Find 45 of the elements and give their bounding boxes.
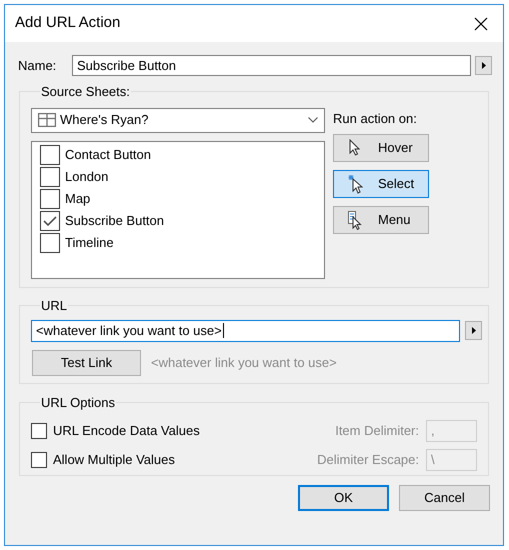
field-label: Delimiter Escape: [317,451,419,470]
run-action-button[interactable]: Hover [333,134,429,162]
option-label: URL Encode Data Values [53,422,201,440]
name-label: Name: [18,56,58,75]
checkbox[interactable] [31,452,47,468]
dropdown-value: Where's Ryan? [60,111,150,130]
chevron-down-icon [308,117,318,123]
checkbox[interactable] [40,188,60,208]
expand-button[interactable] [475,56,492,75]
table-icon [38,113,56,127]
check-icon [43,216,57,226]
close-button[interactable] [473,16,489,32]
run-action-label: Run action on: [333,110,418,128]
window-title: Add URL Action [15,13,120,34]
sheet-label: Subscribe Button [65,212,164,230]
checkbox[interactable] [31,423,47,439]
expand-button[interactable] [465,321,482,340]
url-preview: <whatever link you want to use> [151,354,337,372]
run-action-button[interactable]: Menu [333,206,429,234]
sheet-dropdown[interactable]: Where's Ryan? [31,108,325,132]
group-label: URL [40,297,68,315]
dialog-button[interactable]: OK [298,485,389,511]
sparkle-pointer-icon [348,174,363,194]
sheet-label: Map [65,190,90,208]
dialog-button[interactable]: Cancel [399,485,490,511]
sheet-label: Timeline [65,234,114,252]
close-icon [474,16,488,30]
triangle-icon [482,62,486,69]
checkbox[interactable] [40,166,60,186]
sheet-label: Contact Button [65,146,151,164]
triangle-icon [472,327,476,334]
group-label: URL Options [40,394,116,412]
sheet-label: London [65,168,108,186]
test-link-button[interactable]: Test Link [32,350,141,376]
option-label: Allow Multiple Values [53,451,176,470]
url-field[interactable]: <whatever link you want to use> [31,320,460,342]
checkbox[interactable] [40,232,60,252]
menu-pointer-icon [348,210,363,230]
group-label: Source Sheets: [40,83,131,101]
name-field[interactable]: Subscribe Button [72,55,471,76]
run-action-button[interactable]: Select [333,170,429,198]
pointer-icon [348,138,363,158]
checkbox[interactable] [40,210,60,230]
field-label: Item Delimiter: [335,422,419,440]
checkbox[interactable] [40,144,60,164]
